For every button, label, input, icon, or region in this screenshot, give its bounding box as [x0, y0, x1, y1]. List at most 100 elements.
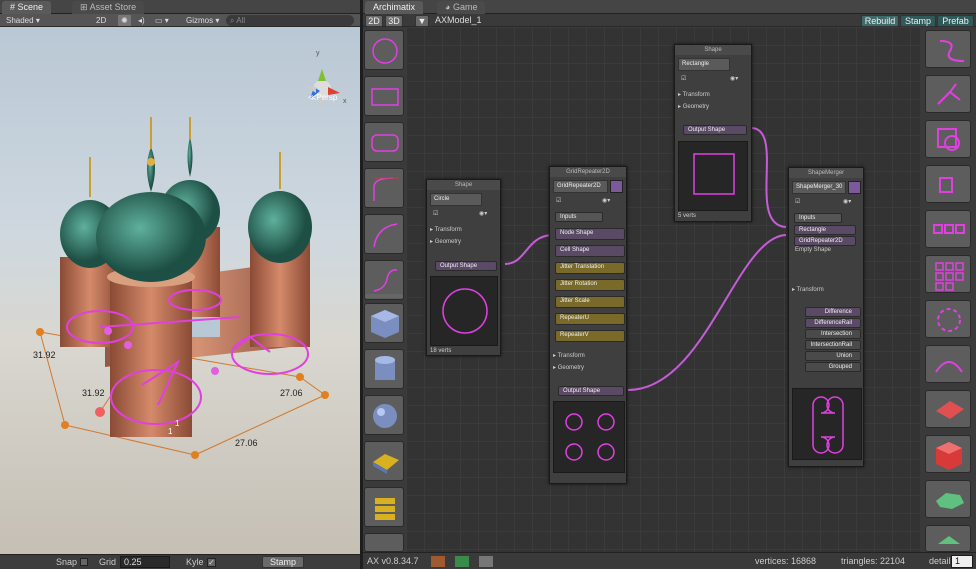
output-grouped[interactable]: Grouped: [805, 362, 861, 372]
audio-icon[interactable]: ◂): [138, 15, 145, 26]
stack-mesh-icon[interactable]: [364, 487, 404, 527]
input-empty-shape[interactable]: Empty Shape: [795, 247, 831, 253]
arc-shape-icon[interactable]: [364, 168, 404, 208]
plane-mesh-icon[interactable]: [925, 390, 971, 428]
scene-search-input[interactable]: ⌕ All: [226, 15, 354, 26]
curve-shape-icon[interactable]: [364, 214, 404, 254]
input-rectangle[interactable]: Rectangle: [794, 225, 856, 235]
geometry-foldout[interactable]: ▸ Geometry: [553, 364, 584, 371]
output-intersection-rail[interactable]: IntersectionRail: [805, 340, 861, 350]
prefab-button[interactable]: Prefab: [937, 15, 974, 27]
corner-operator-icon[interactable]: [925, 165, 971, 203]
output-union[interactable]: Union: [805, 351, 861, 361]
transform-foldout[interactable]: ▸ Transform: [792, 286, 824, 293]
cube-mesh-icon[interactable]: [364, 303, 404, 343]
stairs-mesh-icon[interactable]: [364, 533, 404, 552]
tab-archimatix[interactable]: Archimatix: [365, 1, 424, 14]
node-options-icon[interactable]: ◉▾: [843, 198, 851, 205]
merger-node-icon[interactable]: [848, 181, 861, 194]
cylinder-mesh-icon[interactable]: [364, 349, 404, 389]
lighting-icon[interactable]: ✺: [118, 15, 131, 26]
offset-operator-icon[interactable]: [925, 120, 971, 158]
node-options-icon[interactable]: ◉▾: [602, 197, 610, 204]
grid-input[interactable]: 0.25: [120, 556, 170, 568]
persp-label[interactable]: ≪Persp: [308, 93, 337, 102]
grid-repeater-node[interactable]: GridRepeater2D GridRepeater2D ☑ ◉▾ Input…: [549, 166, 627, 484]
library-icon[interactable]: [431, 556, 445, 567]
inputs-foldout[interactable]: Inputs: [555, 212, 603, 222]
shape-rectangle-node[interactable]: Shape Rectangle ☑ ◉▾ ▸ Transform ▸ Geome…: [674, 44, 752, 222]
geometry-foldout[interactable]: ▸ Geometry: [430, 238, 461, 245]
lathe-mesh-icon[interactable]: [925, 525, 971, 552]
model-dropdown-icon[interactable]: ▼: [415, 15, 429, 27]
path-operator-icon[interactable]: [925, 30, 971, 68]
stamp-button[interactable]: Stamp: [900, 15, 936, 27]
enabled-checkbox[interactable]: ☑: [433, 210, 438, 217]
input-cell-shape[interactable]: Cell Shape: [555, 245, 625, 257]
enabled-checkbox[interactable]: ☑: [681, 75, 686, 82]
rectangle-shape-icon[interactable]: [364, 76, 404, 116]
grid-settings-icon[interactable]: [479, 556, 493, 567]
snap-checkbox[interactable]: [80, 558, 88, 566]
tab-scene[interactable]: # Scene: [2, 1, 52, 14]
transform-foldout[interactable]: ▸ Transform: [553, 352, 585, 359]
mode-3d-button[interactable]: 3D: [385, 15, 403, 27]
node-options-icon[interactable]: ◉▾: [479, 210, 487, 217]
sphere-mesh-icon[interactable]: [364, 395, 404, 435]
grid-repeater-icon[interactable]: [925, 255, 971, 293]
handle-label[interactable]: 1: [175, 419, 179, 428]
linear-repeater-icon[interactable]: [925, 210, 971, 248]
output-difference-rail[interactable]: DifferenceRail: [805, 318, 861, 328]
input-jitter-rotation[interactable]: Jitter Rotation: [555, 279, 625, 291]
grid-node-icon[interactable]: [610, 180, 623, 193]
input-grid-repeater[interactable]: GridRepeater2D: [794, 236, 856, 246]
box-mesh-icon[interactable]: [925, 435, 971, 473]
output-shape-port[interactable]: Output Shape: [558, 386, 624, 396]
branch-operator-icon[interactable]: [925, 75, 971, 113]
node-options-icon[interactable]: ◉▾: [730, 75, 738, 82]
geometry-foldout[interactable]: ▸ Geometry: [678, 103, 709, 110]
kyle-checkbox[interactable]: ✓: [207, 558, 216, 567]
transform-foldout[interactable]: ▸ Transform: [430, 226, 462, 233]
output-shape-port[interactable]: Output Shape: [683, 125, 747, 135]
node-name-field[interactable]: Circle: [430, 193, 482, 206]
input-repeater-u[interactable]: RepeaterU: [555, 313, 625, 325]
output-intersection[interactable]: Intersection: [805, 329, 861, 339]
node-graph-canvas[interactable]: Shape Circle ☑ ◉▾ ▸ Transform ▸ Geometry…: [406, 27, 920, 552]
gizmos-dropdown[interactable]: Gizmos ▾: [186, 15, 219, 26]
polygon-mesh-icon[interactable]: [925, 480, 971, 518]
radial-repeater-icon[interactable]: [925, 300, 971, 338]
mode-2d-button[interactable]: 2D: [365, 15, 383, 27]
tab-game[interactable]: ◕ Game: [437, 1, 486, 14]
input-node-shape[interactable]: Node Shape: [555, 228, 625, 240]
node-name-field[interactable]: Rectangle: [678, 58, 730, 71]
node-name-field[interactable]: GridRepeater2D: [553, 180, 608, 193]
tab-asset-store[interactable]: ⊞ Asset Store: [72, 1, 145, 14]
enabled-checkbox[interactable]: ☑: [795, 198, 800, 205]
input-jitter-translation[interactable]: Jitter Translation: [555, 262, 625, 274]
output-difference[interactable]: Difference: [805, 307, 861, 317]
shape-merger-node[interactable]: ShapeMerger ShapeMerger_30 ☑ ◉▾ Inputs R…: [788, 167, 864, 467]
scene-viewport[interactable]: y x ≪Persp 31.92 31.92 27.06 27.06 1 1: [0, 27, 360, 554]
effects-icon[interactable]: ▭ ▾: [155, 15, 169, 26]
transform-foldout[interactable]: ▸ Transform: [678, 91, 710, 98]
rounded-rect-shape-icon[interactable]: [364, 122, 404, 162]
input-repeater-v[interactable]: RepeaterV: [555, 330, 625, 342]
shape-distributor-icon[interactable]: [925, 345, 971, 383]
circle-shape-icon[interactable]: [364, 30, 404, 70]
detail-level-input[interactable]: 1: [951, 555, 973, 568]
stamp-button[interactable]: Stamp: [262, 556, 304, 568]
scene-tab-icon: #: [10, 2, 16, 12]
output-shape-port[interactable]: Output Shape: [435, 261, 497, 271]
brick-icon[interactable]: [455, 556, 469, 567]
shape-circle-node[interactable]: Shape Circle ☑ ◉▾ ▸ Transform ▸ Geometry…: [426, 179, 501, 356]
enabled-checkbox[interactable]: ☑: [556, 197, 561, 204]
node-name-field[interactable]: ShapeMerger_30: [792, 181, 846, 194]
mode-2d-button[interactable]: 2D: [96, 15, 106, 26]
handle-label[interactable]: 1: [168, 427, 172, 436]
extrude-mesh-icon[interactable]: [364, 441, 404, 481]
inputs-foldout[interactable]: Inputs: [794, 213, 842, 223]
shading-dropdown[interactable]: Shaded ▾: [6, 15, 40, 26]
rebuild-button[interactable]: Rebuild: [861, 15, 899, 27]
input-jitter-scale[interactable]: Jitter Scale: [555, 296, 625, 308]
